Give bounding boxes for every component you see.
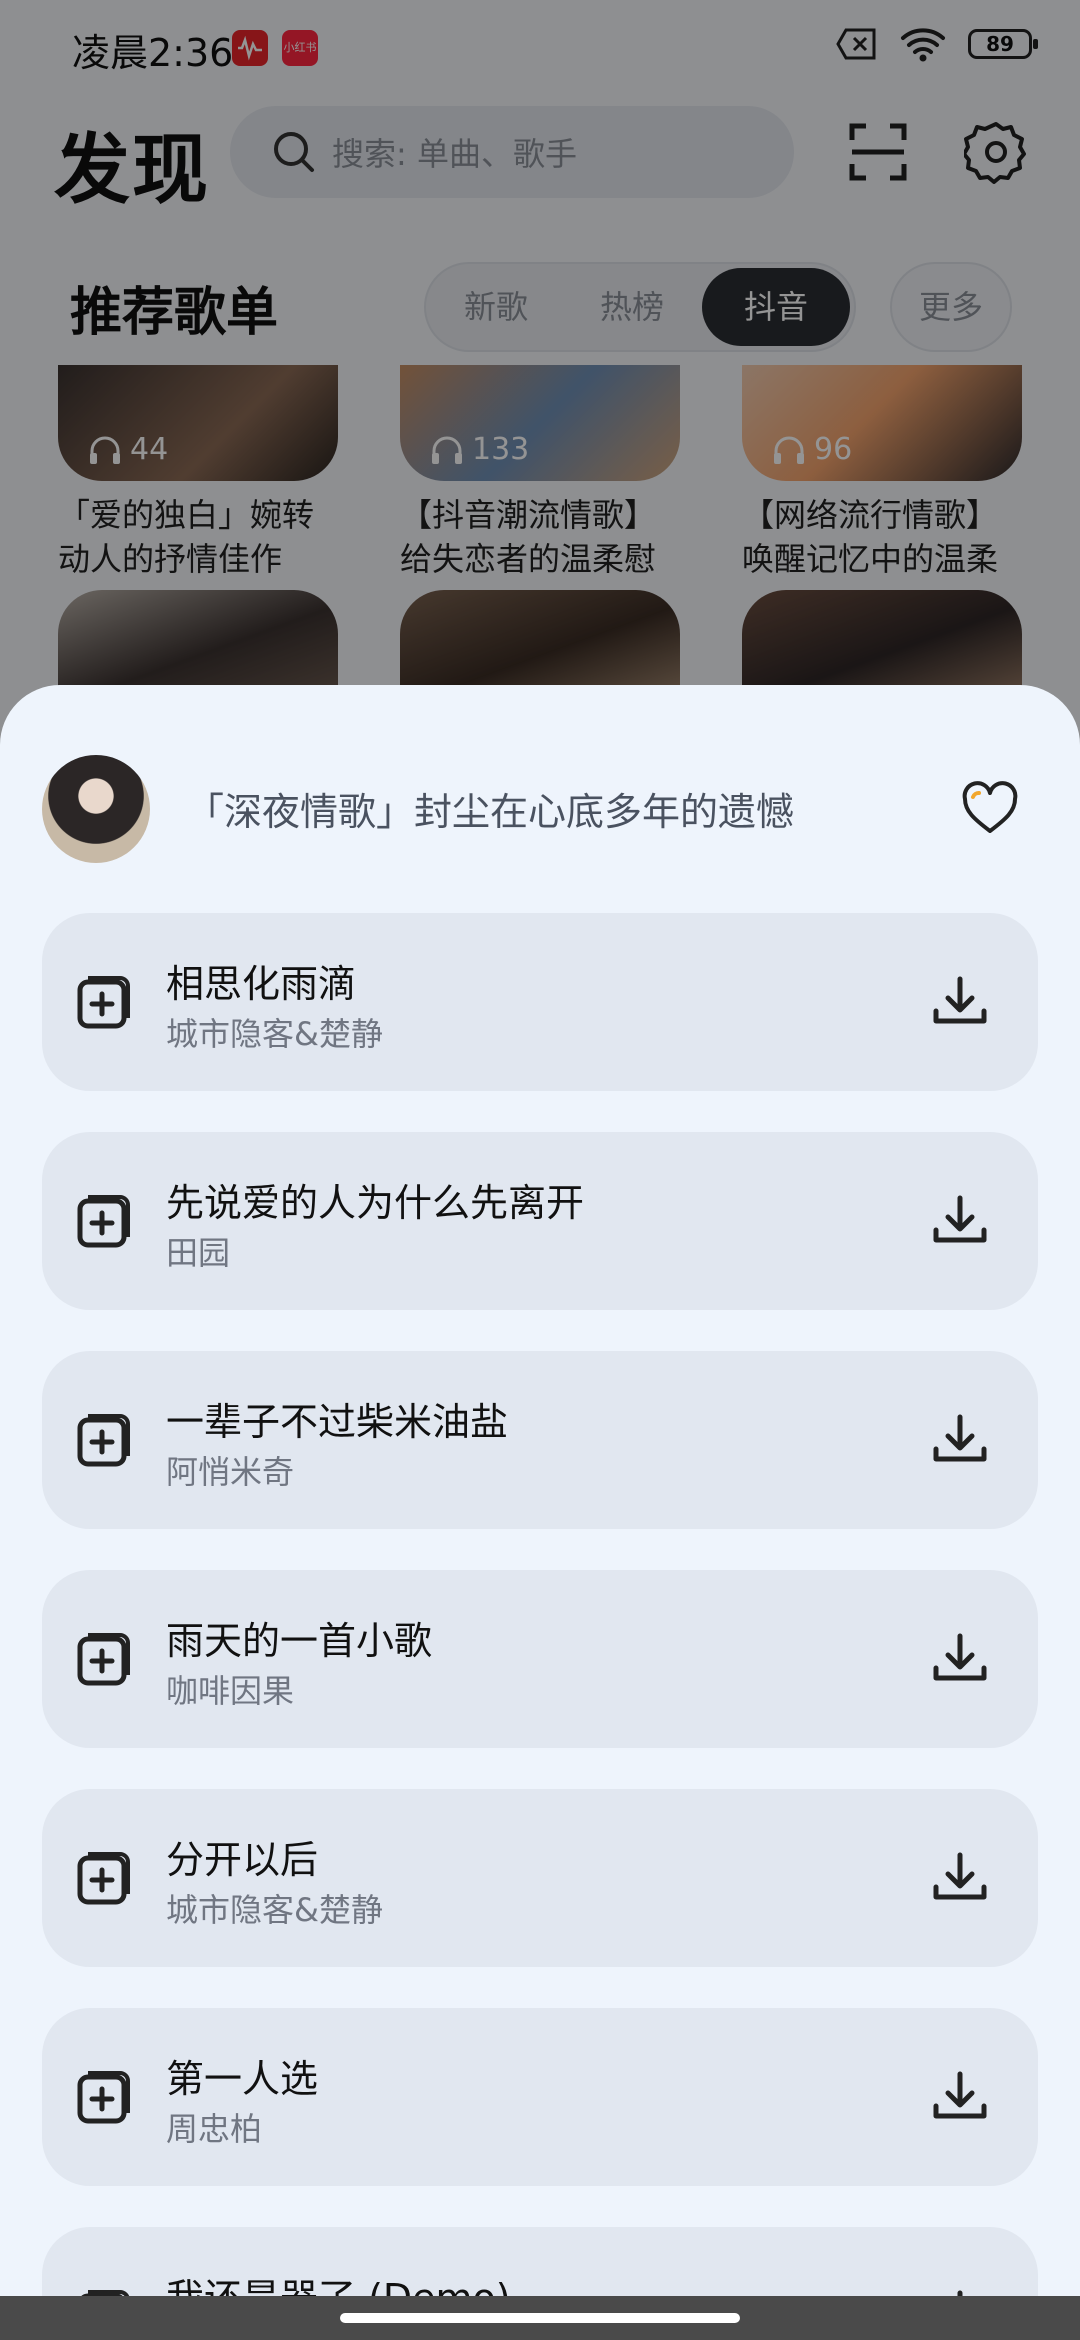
- add-to-queue-icon[interactable]: [74, 1191, 134, 1251]
- add-to-queue-icon[interactable]: [74, 1410, 134, 1470]
- add-to-queue-icon[interactable]: [74, 1629, 134, 1689]
- song-artist: 城市隐客&楚静: [166, 1891, 383, 1929]
- download-icon[interactable]: [930, 973, 990, 1029]
- add-to-queue-icon[interactable]: [74, 972, 134, 1032]
- download-icon[interactable]: [930, 1411, 990, 1467]
- download-icon[interactable]: [930, 2068, 990, 2124]
- add-to-queue-icon[interactable]: [74, 1848, 134, 1908]
- song-artist: 城市隐客&楚静: [166, 1015, 383, 1053]
- song-title: 一辈子不过柴米油盐: [166, 1400, 509, 1444]
- playlist-title: 「深夜情歌」封尘在心底多年的遗憾: [186, 790, 795, 834]
- download-icon[interactable]: [930, 1192, 990, 1248]
- song-title: 雨天的一首小歌: [166, 1619, 433, 1663]
- song-row[interactable]: 雨天的一首小歌 咖啡因果: [42, 1570, 1038, 1748]
- home-indicator[interactable]: [340, 2313, 740, 2323]
- song-title: 先说爱的人为什么先离开: [166, 1181, 585, 1225]
- song-artist: 周忠柏: [166, 2110, 263, 2148]
- playlist-avatar: [42, 755, 150, 863]
- song-row[interactable]: 先说爱的人为什么先离开 田园: [42, 1132, 1038, 1310]
- song-artist: 田园: [166, 1234, 231, 1272]
- song-title: 相思化雨滴: [166, 962, 357, 1006]
- song-row[interactable]: 第一人选 周忠柏: [42, 2008, 1038, 2186]
- song-title: 分开以后: [166, 1838, 319, 1882]
- song-row[interactable]: 分开以后 城市隐客&楚静: [42, 1789, 1038, 1967]
- song-title: 第一人选: [166, 2057, 319, 2101]
- song-artist: 咖啡因果: [166, 1672, 295, 1710]
- song-artist: 阿悄米奇: [166, 1453, 295, 1491]
- sheet-header: 「深夜情歌」封尘在心底多年的遗憾: [0, 685, 1080, 915]
- song-row[interactable]: 一辈子不过柴米油盐 阿悄米奇: [42, 1351, 1038, 1529]
- playlist-sheet: 「深夜情歌」封尘在心底多年的遗憾 相思化雨滴 城市隐客&楚静 先说爱的人为什么先…: [0, 685, 1080, 2340]
- add-to-queue-icon[interactable]: [74, 2067, 134, 2127]
- favorite-heart-icon[interactable]: [960, 781, 1020, 837]
- song-row[interactable]: 相思化雨滴 城市隐客&楚静: [42, 913, 1038, 1091]
- download-icon[interactable]: [930, 1849, 990, 1905]
- download-icon[interactable]: [930, 1630, 990, 1686]
